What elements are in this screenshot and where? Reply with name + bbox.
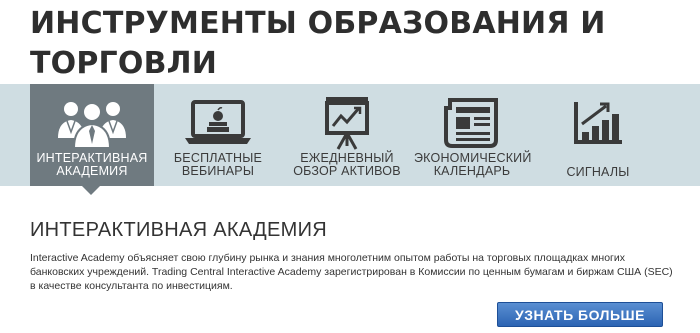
tab-free-webinars[interactable]: БЕСПЛАТНЫЕ ВЕБИНАРЫ [162,84,274,186]
tab-daily-asset-review[interactable]: ЕЖЕДНЕВНЫЙ ОБЗОР АКТИВОВ [284,84,410,186]
learn-more-button[interactable]: УЗНАТЬ БОЛЬШЕ [497,302,663,327]
tab-label: ИНТЕРАКТИВНАЯ АКАДЕМИЯ [36,151,148,178]
tab-signals[interactable]: СИГНАЛЫ [548,84,648,186]
chart-board-icon [284,94,410,150]
tab-label: БЕСПЛАТНЫЕ ВЕБИНАРЫ [173,151,263,178]
signal-bars-icon [548,94,648,150]
laptop-icon [162,94,274,150]
tab-economic-calendar[interactable]: ЭКОНОМИЧЕСКИЙ КАЛЕНДАРЬ [414,84,532,186]
page-title: ИНСТРУМЕНТЫ ОБРАЗОВАНИЯ И ТОРГОВЛИ [30,6,606,81]
section-description: Interactive Academy объясняет свою глуби… [30,252,673,292]
people-icon [30,94,154,150]
tab-label: ЭКОНОМИЧЕСКИЙ КАЛЕНДАРЬ [414,151,532,178]
tab-label: СИГНАЛЫ [566,165,630,179]
active-tab-pointer [82,186,100,195]
section-heading: ИНТЕРАКТИВНАЯ АКАДЕМИЯ [30,219,328,241]
tab-label: ЕЖЕДНЕВНЫЙ ОБЗОР АКТИВОВ [293,151,401,178]
tab-interactive-academy[interactable]: ИНТЕРАКТИВНАЯ АКАДЕМИЯ [30,84,154,186]
newspaper-icon [414,94,530,150]
